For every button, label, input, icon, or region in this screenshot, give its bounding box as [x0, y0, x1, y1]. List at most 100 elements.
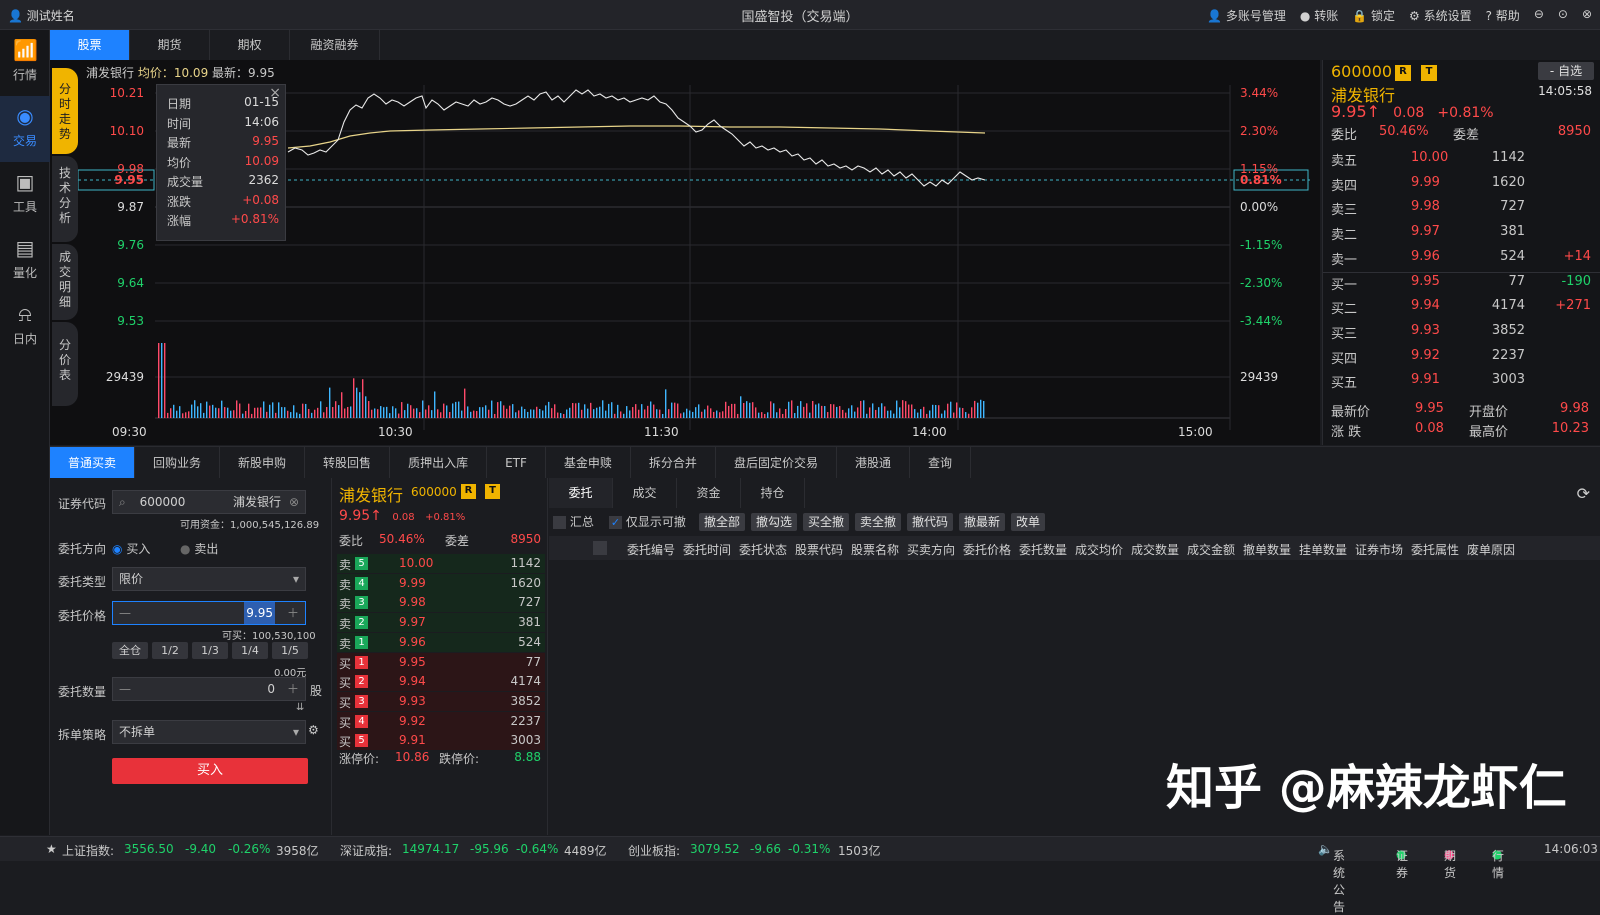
- nav-quant[interactable]: ▤ 量化: [0, 228, 50, 294]
- order-action-button[interactable]: 撤全部: [699, 513, 746, 531]
- column-header[interactable]: 委托属性: [1411, 541, 1459, 558]
- close-icon[interactable]: ⊗: [1582, 7, 1592, 24]
- tab-funds[interactable]: 资金: [677, 478, 741, 508]
- tab-options[interactable]: 期权: [210, 30, 290, 60]
- tab-margin[interactable]: 融资融券: [290, 30, 380, 60]
- multi-account-button[interactable]: 👤 多账号管理: [1207, 7, 1286, 24]
- minimize-icon[interactable]: ⊖: [1534, 7, 1544, 24]
- trade-tab[interactable]: 盘后固定价交易: [716, 447, 837, 479]
- tab-positions[interactable]: 持仓: [741, 478, 805, 508]
- trade-tab[interactable]: 基金申赎: [546, 447, 631, 479]
- order-action-button[interactable]: 撤最新: [959, 513, 1006, 531]
- bid-level[interactable]: 买 1 9.95 77: [337, 652, 545, 672]
- ask-level[interactable]: 卖五 10.00 1142: [1331, 150, 1597, 172]
- column-header[interactable]: 证券市场: [1355, 541, 1403, 558]
- ask-level[interactable]: 卖三 9.98 727: [1331, 199, 1597, 221]
- order-action-button[interactable]: 撤代码: [907, 513, 954, 531]
- trade-tab[interactable]: ETF: [487, 447, 546, 479]
- nav-tools[interactable]: ▣ 工具: [0, 162, 50, 228]
- refresh-icon[interactable]: ⟳: [1577, 484, 1590, 503]
- portion-button[interactable]: 1/3: [192, 642, 228, 659]
- trade-tab[interactable]: 新股申购: [220, 447, 306, 479]
- order-action-button[interactable]: 卖全撤: [855, 513, 902, 531]
- trade-tab[interactable]: 拆分合并: [631, 447, 716, 479]
- bid-level[interactable]: 买 4 9.92 2237: [337, 711, 545, 731]
- order-action-button[interactable]: 买全撤: [803, 513, 850, 531]
- only-cancelable-checkbox[interactable]: ✓ 仅显示可撤: [609, 513, 686, 530]
- notice-link[interactable]: 🔈 系统公告: [1318, 842, 1345, 914]
- column-header[interactable]: 委托数量: [1019, 541, 1067, 558]
- portion-button[interactable]: 1/2: [152, 642, 188, 659]
- trade-tab[interactable]: 质押出入库: [390, 447, 488, 479]
- ask-level[interactable]: 卖二 9.97 381: [1331, 224, 1597, 246]
- ask-level[interactable]: 卖 2 9.97 381: [337, 613, 545, 633]
- column-header[interactable]: 委托编号: [627, 541, 675, 558]
- trade-tab[interactable]: 转股回售: [305, 447, 391, 479]
- tab-futures[interactable]: 期货: [130, 30, 210, 60]
- bid-level[interactable]: 买 5 9.91 3003: [337, 731, 545, 751]
- portion-button[interactable]: 全仓: [112, 642, 148, 659]
- tab-stock[interactable]: 股票: [50, 30, 130, 60]
- portion-button[interactable]: 1/5: [272, 642, 308, 659]
- ask-level[interactable]: 卖一 9.96 524 +14: [1331, 249, 1597, 271]
- settings-button[interactable]: ⚙ 系统设置: [1409, 7, 1472, 24]
- column-header[interactable]: 废单原因: [1467, 541, 1515, 558]
- column-header[interactable]: 撤单数量: [1243, 541, 1291, 558]
- nav-trade[interactable]: ◉ 交易: [0, 96, 50, 162]
- column-header[interactable]: 委托状态: [739, 541, 787, 558]
- restore-icon[interactable]: ⊙: [1558, 7, 1568, 24]
- bid-level[interactable]: 买一 9.95 77 -190: [1331, 274, 1597, 296]
- portion-button[interactable]: 1/4: [232, 642, 268, 659]
- trade-tab[interactable]: 查询: [910, 447, 971, 479]
- ask-level[interactable]: 卖 1 9.96 524: [337, 632, 545, 652]
- ask-level[interactable]: 卖 3 9.98 727: [337, 593, 545, 613]
- bid-level[interactable]: 买三 9.93 3852: [1331, 323, 1597, 345]
- column-header[interactable]: 成交均价: [1075, 541, 1123, 558]
- side-tab-price-table[interactable]: 分价表: [52, 322, 78, 406]
- column-header[interactable]: 委托时间: [683, 541, 731, 558]
- bid-level[interactable]: 买 3 9.93 3852: [337, 691, 545, 711]
- column-header[interactable]: 买卖方向: [907, 541, 955, 558]
- tab-orders[interactable]: 委托: [549, 478, 613, 508]
- stock-code-input[interactable]: ⌕ 600000 浦发银行 ⊗: [112, 490, 306, 514]
- favorite-button[interactable]: - 自选: [1538, 62, 1594, 80]
- column-header[interactable]: 股票代码: [795, 541, 843, 558]
- bid-level[interactable]: 买二 9.94 4174 +271: [1331, 298, 1597, 320]
- column-header[interactable]: 委托价格: [963, 541, 1011, 558]
- buy-radio[interactable]: ◉ 买入: [112, 540, 150, 557]
- help-button[interactable]: ? 帮助: [1486, 7, 1520, 24]
- bid-level[interactable]: 买五 9.91 3003: [1331, 372, 1597, 394]
- trade-tab[interactable]: 普通买卖: [50, 447, 136, 479]
- quantity-input[interactable]: — 0 ＋: [112, 677, 306, 701]
- side-tab-trades[interactable]: 成交明细: [52, 244, 78, 320]
- trade-tab[interactable]: 港股通: [837, 447, 910, 479]
- order-action-button[interactable]: 撤勾选: [751, 513, 798, 531]
- ask-level[interactable]: 卖 5 10.00 1142: [337, 554, 545, 573]
- side-tab-timeshare[interactable]: 分时走势: [52, 68, 78, 154]
- buy-submit-button[interactable]: 买入: [112, 758, 308, 784]
- tab-fills[interactable]: 成交: [613, 478, 677, 508]
- bid-level[interactable]: 买 2 9.94 4174: [337, 672, 545, 692]
- sell-radio[interactable]: ● 卖出: [180, 540, 218, 557]
- summary-checkbox[interactable]: 汇总: [553, 513, 594, 530]
- side-tab-technical[interactable]: 技术分析: [52, 156, 78, 242]
- ask-level[interactable]: 卖四 9.99 1620: [1331, 175, 1597, 197]
- nav-intraday[interactable]: ⍾ 日内: [0, 294, 50, 360]
- order-action-button[interactable]: 改单: [1011, 513, 1046, 531]
- nav-market[interactable]: 📶 行情: [0, 30, 50, 96]
- select-all-checkbox[interactable]: [593, 541, 607, 555]
- column-header[interactable]: 股票名称: [851, 541, 899, 558]
- transfer-button[interactable]: ● 转账: [1300, 7, 1338, 24]
- bid-level[interactable]: 买四 9.92 2237: [1331, 348, 1597, 370]
- trade-tab[interactable]: 回购业务: [135, 447, 221, 479]
- column-header[interactable]: 成交金额: [1187, 541, 1235, 558]
- lock-button[interactable]: 🔒 锁定: [1352, 7, 1395, 24]
- star-icon[interactable]: ★: [46, 842, 57, 856]
- gear-icon[interactable]: ⚙: [308, 723, 319, 737]
- column-header[interactable]: 挂单数量: [1299, 541, 1347, 558]
- ask-level[interactable]: 卖 4 9.99 1620: [337, 573, 545, 593]
- price-input[interactable]: — 9.95 ＋: [112, 601, 306, 625]
- split-select[interactable]: 不拆单 ▾: [112, 720, 306, 744]
- expand-icon[interactable]: ⇊: [296, 702, 304, 713]
- column-header[interactable]: 成交数量: [1131, 541, 1179, 558]
